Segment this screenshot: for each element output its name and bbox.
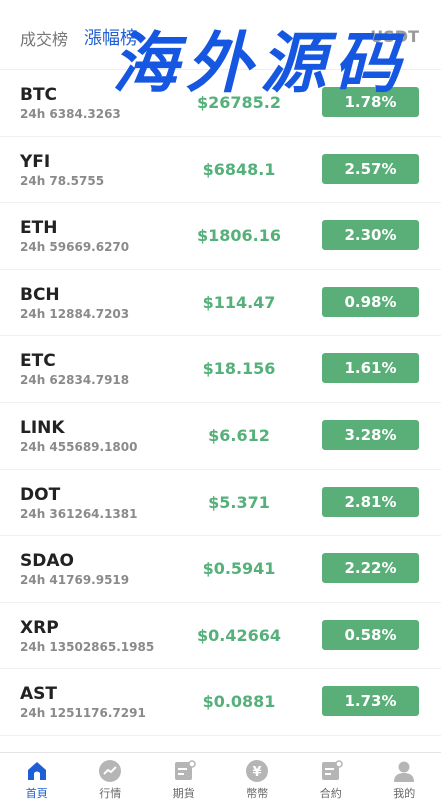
home-icon — [27, 762, 46, 780]
ticker-volume: 24h 361264.1381 — [20, 506, 138, 521]
coin-icon: ¥ — [246, 760, 269, 782]
futures-icon — [174, 760, 196, 780]
ticker-symbol: ETC — [20, 351, 56, 372]
tab-label: 合約 — [319, 787, 342, 800]
bottom-tab-bar: 首頁 行情 期貨 ¥ 幣幣 合約 我的 — [0, 752, 441, 803]
ticker-change-badge: 2.22% — [322, 553, 419, 584]
contract-icon — [321, 760, 343, 780]
tab-gainers-ranking[interactable]: 漲幅榜 — [84, 24, 138, 50]
ticker-change-badge: 0.58% — [322, 619, 419, 650]
ticker-volume: 24h 62834.7918 — [20, 373, 130, 388]
ticker-volume: 24h 1251176.7291 — [20, 706, 146, 721]
header: 成交榜 漲幅榜 USDT — [0, 0, 441, 70]
ticker-symbol: LINK — [20, 417, 65, 438]
tab-profile[interactable]: 我的 — [368, 753, 441, 803]
tab-futures[interactable]: 期貨 — [147, 753, 221, 803]
ticker-price: $6848.1 — [202, 159, 276, 179]
tab-contract[interactable]: 合約 — [294, 753, 368, 803]
ticker-change-badge: 0.98% — [322, 286, 419, 317]
tab-market[interactable]: 行情 — [74, 753, 148, 803]
ticker-volume: 24h 41769.9519 — [20, 573, 130, 588]
ticker-price: $18.156 — [202, 359, 276, 379]
ticker-volume: 24h 6384.3263 — [20, 107, 121, 121]
ticker-price: $0.0881 — [202, 692, 276, 712]
ticker-change-badge: 3.28% — [322, 419, 419, 450]
tab-label: 首頁 — [25, 787, 48, 800]
ticker-price: $0.42664 — [196, 625, 281, 645]
ticker-row[interactable]: YFI 24h 78.5755 $6848.1 2.57% — [0, 137, 441, 204]
ticker-symbol: ETH — [20, 218, 58, 239]
ticker-change-badge: 2.57% — [322, 153, 419, 184]
ticker-list: BTC 24h 6384.3263 $26785.2 1.78% YFI 24h… — [0, 70, 441, 736]
ticker-symbol: AST — [20, 684, 57, 705]
tab-label: 幣幣 — [246, 787, 269, 800]
ticker-price: $1806.16 — [196, 226, 281, 246]
ticker-symbol: BCH — [20, 284, 60, 305]
quote-currency[interactable]: USDT — [370, 27, 419, 46]
tab-label: 我的 — [393, 787, 416, 800]
ticker-row[interactable]: BCH 24h 12884.7203 $114.47 0.98% — [0, 270, 441, 337]
ticker-change-badge: 2.30% — [322, 220, 419, 251]
tab-spot[interactable]: ¥ 幣幣 — [221, 753, 295, 803]
ticker-symbol: YFI — [20, 151, 51, 172]
ticker-symbol: BTC — [20, 85, 58, 105]
ticker-price: $5.371 — [208, 492, 270, 512]
ticker-volume: 24h 78.5755 — [20, 173, 105, 188]
ticker-symbol: XRP — [20, 617, 59, 638]
svg-text:¥: ¥ — [253, 765, 262, 780]
ticker-volume: 24h 13502865.1985 — [20, 639, 155, 654]
ticker-row[interactable]: ETC 24h 62834.7918 $18.156 1.61% — [0, 336, 441, 403]
ticker-row[interactable]: DOT 24h 361264.1381 $5.371 2.81% — [0, 470, 441, 537]
ticker-change-badge: 1.78% — [322, 87, 419, 117]
ticker-row[interactable]: BTC 24h 6384.3263 $26785.2 1.78% — [0, 70, 441, 137]
tab-volume-ranking[interactable]: 成交榜 — [20, 26, 68, 50]
ticker-change-badge: 2.81% — [322, 486, 419, 517]
tab-home[interactable]: 首頁 — [0, 753, 74, 803]
ticker-volume: 24h 12884.7203 — [20, 306, 130, 321]
tab-label: 行情 — [99, 787, 122, 800]
ticker-row[interactable]: ETH 24h 59669.6270 $1806.16 2.30% — [0, 203, 441, 270]
ticker-row[interactable]: SDAO 24h 41769.9519 $0.5941 2.22% — [0, 536, 441, 603]
ticker-price: $0.5941 — [202, 559, 276, 579]
ticker-symbol: DOT — [20, 484, 61, 505]
ticker-row[interactable]: LINK 24h 455689.1800 $6.612 3.28% — [0, 403, 441, 470]
ticker-volume: 24h 455689.1800 — [20, 439, 138, 454]
ticker-price: $114.47 — [202, 292, 276, 312]
ticker-volume: 24h 59669.6270 — [20, 240, 130, 255]
ticker-change-badge: 1.73% — [322, 686, 419, 717]
ticker-change-badge: 1.61% — [322, 353, 419, 384]
ticker-row[interactable]: XRP 24h 13502865.1985 $0.42664 0.58% — [0, 603, 441, 670]
ticker-price: $6.612 — [208, 425, 270, 445]
profile-icon — [394, 761, 415, 782]
market-icon — [99, 760, 122, 782]
tab-label: 期貨 — [172, 787, 195, 800]
ticker-symbol: SDAO — [20, 551, 74, 572]
ticker-price: $26785.2 — [196, 93, 281, 112]
ticker-row[interactable]: AST 24h 1251176.7291 $0.0881 1.73% — [0, 669, 441, 736]
